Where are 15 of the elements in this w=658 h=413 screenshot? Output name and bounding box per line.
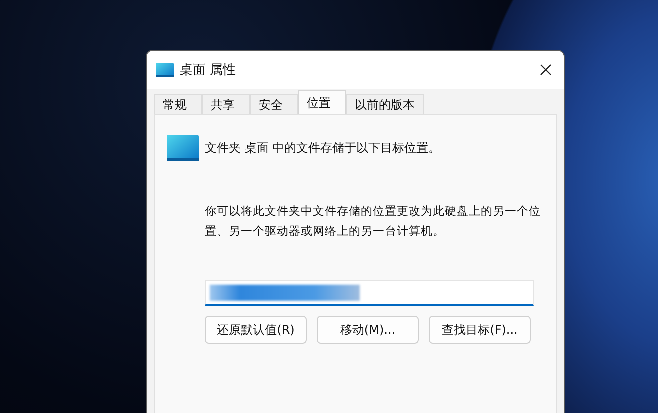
tab[interactable]: 常规 (154, 94, 202, 114)
folder-icon (167, 135, 199, 161)
path-input-field[interactable] (205, 280, 534, 306)
window-title: 桌面 属性 (180, 62, 238, 79)
dialog-button[interactable]: 移动(M)... (317, 316, 419, 344)
tab[interactable]: 位置 (298, 90, 346, 114)
close-icon[interactable] (540, 64, 552, 76)
dialog-button[interactable]: 还原默认值(R) (205, 316, 307, 344)
tab[interactable]: 以前的版本 (346, 94, 424, 114)
folder-icon (156, 63, 174, 77)
tab[interactable]: 共享 (202, 94, 250, 114)
location-heading: 文件夹 桌面 中的文件存储于以下目标位置。 (205, 140, 441, 156)
tab[interactable]: 安全 (250, 94, 298, 114)
dialog-button[interactable]: 查找目标(F)... (429, 316, 531, 344)
location-description: 你可以将此文件夹中文件存储的位置更改为此硬盘上的另一个位置、另一个驱动器或网络上的另一台计算机。 (205, 203, 542, 240)
